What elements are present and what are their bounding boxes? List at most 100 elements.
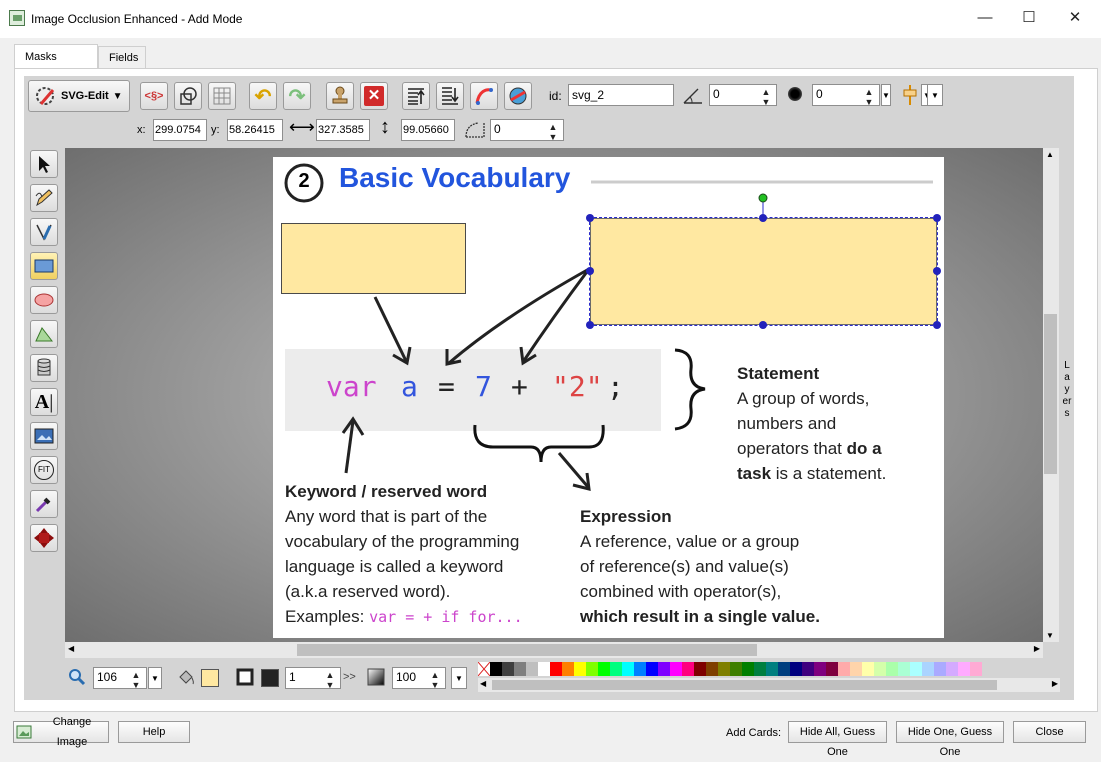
pencil-tool[interactable]	[30, 184, 58, 212]
ellipse-tool[interactable]	[30, 286, 58, 314]
color-swatch[interactable]	[838, 662, 850, 676]
close-window-button[interactable]: ✕	[1060, 6, 1090, 30]
color-swatch[interactable]	[922, 662, 934, 676]
color-swatch[interactable]	[706, 662, 718, 676]
color-swatch[interactable]	[490, 662, 502, 676]
help-button[interactable]: Help	[118, 721, 190, 743]
tab-fields[interactable]: Fields	[98, 46, 146, 68]
color-swatch[interactable]	[958, 662, 970, 676]
no-color-swatch[interactable]	[478, 662, 490, 676]
zoom-dropdown[interactable]: ▼	[148, 667, 162, 689]
text-tool[interactable]: A|	[30, 388, 58, 416]
scroll-down-icon[interactable]: ▼	[1046, 631, 1054, 640]
color-swatch[interactable]	[970, 662, 982, 676]
color-palette[interactable]	[478, 662, 1060, 676]
opacity-spinner-icon[interactable]: ▲ ▼	[428, 670, 442, 690]
polygon-tool[interactable]	[30, 320, 58, 348]
select-tool[interactable]	[30, 150, 58, 178]
color-swatch[interactable]	[766, 662, 778, 676]
color-swatch[interactable]	[814, 662, 826, 676]
color-swatch[interactable]	[790, 662, 802, 676]
color-swatch[interactable]	[646, 662, 658, 676]
stroke-spinner-icon[interactable]: ▲ ▼	[323, 670, 337, 690]
color-swatch[interactable]	[514, 662, 526, 676]
color-swatch[interactable]	[754, 662, 766, 676]
zoom-input[interactable]: 106 ▲ ▼	[93, 667, 147, 690]
y-input[interactable]	[227, 119, 283, 141]
horizontal-scrollbar[interactable]: ◀ ▶	[65, 642, 1043, 658]
move-bottom-button[interactable]	[436, 82, 464, 110]
color-swatch[interactable]	[586, 662, 598, 676]
stamp-button[interactable]	[326, 82, 354, 110]
vertical-scroll-thumb[interactable]	[1044, 314, 1057, 474]
more-options-button[interactable]: >>	[343, 671, 356, 683]
color-swatch[interactable]	[622, 662, 634, 676]
tab-masks-editor[interactable]: Masks Editor	[14, 44, 98, 87]
move-top-button[interactable]	[402, 82, 430, 110]
color-swatch[interactable]	[550, 662, 562, 676]
x-input[interactable]	[153, 119, 207, 141]
color-swatch[interactable]	[598, 662, 610, 676]
source-button[interactable]: <§>	[140, 82, 168, 110]
fit-tool[interactable]: FIT	[30, 456, 58, 484]
id-input[interactable]	[568, 84, 674, 106]
color-swatch[interactable]	[526, 662, 538, 676]
color-swatch[interactable]	[850, 662, 862, 676]
color-swatch[interactable]	[874, 662, 886, 676]
color-swatch[interactable]	[910, 662, 922, 676]
zoom-spinner-icon[interactable]: ▲ ▼	[129, 670, 143, 690]
palette-scroll-left-icon[interactable]: ◀	[480, 679, 486, 688]
svgedit-menu-button[interactable]: SVG-Edit ▼	[28, 80, 130, 112]
move-tool[interactable]	[30, 524, 58, 552]
angle-input[interactable]: 0 ▲ ▼	[709, 84, 777, 107]
close-button[interactable]: Close	[1013, 721, 1086, 743]
path-tool[interactable]	[30, 218, 58, 246]
blur-dropdown[interactable]: ▼	[881, 84, 891, 106]
undo-button[interactable]: ↶	[249, 82, 277, 110]
maximize-button[interactable]: ☐	[1014, 6, 1044, 30]
color-swatch[interactable]	[502, 662, 514, 676]
corner-radius-input[interactable]: 0 ▲ ▼	[490, 119, 564, 142]
opacity-input[interactable]: 100 ▲ ▼	[392, 667, 446, 690]
angle-spinner-icon[interactable]: ▲ ▼	[759, 87, 773, 107]
fill-color-swatch[interactable]	[201, 669, 219, 687]
color-swatch[interactable]	[694, 662, 706, 676]
reorient-button[interactable]	[504, 82, 532, 110]
color-swatch[interactable]	[658, 662, 670, 676]
color-swatch[interactable]	[778, 662, 790, 676]
rect-tool[interactable]	[30, 252, 58, 280]
color-swatch[interactable]	[562, 662, 574, 676]
color-swatch[interactable]	[730, 662, 742, 676]
color-swatch[interactable]	[742, 662, 754, 676]
color-swatch[interactable]	[862, 662, 874, 676]
color-swatch[interactable]	[634, 662, 646, 676]
scroll-left-icon[interactable]: ◀	[68, 644, 74, 653]
clone-button[interactable]	[174, 82, 202, 110]
scroll-right-icon[interactable]: ▶	[1034, 644, 1040, 653]
color-swatch[interactable]	[538, 662, 550, 676]
color-swatch[interactable]	[898, 662, 910, 676]
color-swatch[interactable]	[682, 662, 694, 676]
hide-one-guess-one-button[interactable]: Hide One, Guess One	[896, 721, 1004, 758]
height-input[interactable]	[401, 119, 455, 141]
change-image-button[interactable]: Change Image	[13, 716, 109, 748]
redo-button[interactable]: ↷	[283, 82, 311, 110]
grid-button[interactable]	[208, 82, 236, 110]
more-dropdown[interactable]: ▼	[927, 84, 943, 106]
palette-scroll-thumb[interactable]	[492, 680, 997, 690]
scroll-up-icon[interactable]: ▲	[1046, 150, 1054, 159]
color-swatch[interactable]	[574, 662, 586, 676]
palette-scroll-right-icon[interactable]: ▶	[1052, 679, 1058, 688]
color-swatch[interactable]	[670, 662, 682, 676]
horizontal-scroll-thumb[interactable]	[297, 644, 757, 656]
layers-panel-tab[interactable]: Layers	[1059, 148, 1074, 642]
width-input[interactable]	[316, 119, 370, 141]
blur-spinner-icon[interactable]: ▲ ▼	[862, 87, 876, 107]
color-swatch[interactable]	[886, 662, 898, 676]
color-swatch[interactable]	[826, 662, 838, 676]
color-swatch[interactable]	[802, 662, 814, 676]
color-swatch[interactable]	[934, 662, 946, 676]
eyedropper-tool[interactable]	[30, 490, 58, 518]
database-tool[interactable]	[30, 354, 58, 382]
stroke-width-input[interactable]: 1 ▲ ▼	[285, 667, 341, 690]
